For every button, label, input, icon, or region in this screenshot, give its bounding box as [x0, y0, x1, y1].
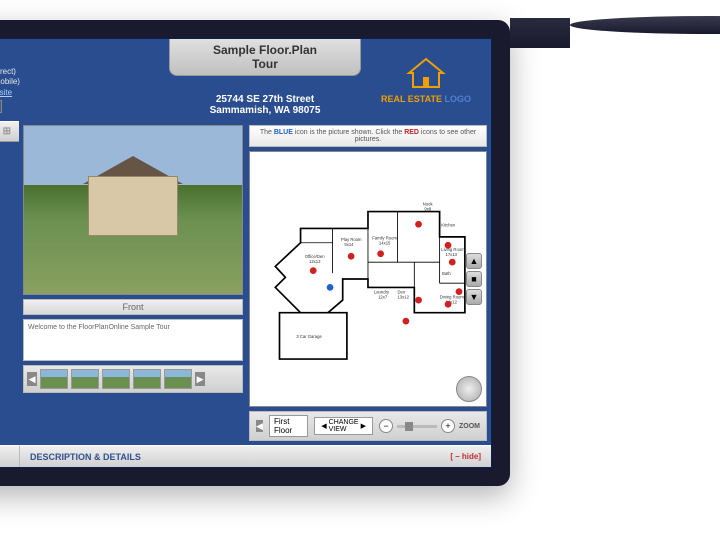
house-logo-icon	[405, 57, 447, 89]
hint-bar: The BLUE icon is the picture shown. Clic…	[249, 125, 487, 147]
nav-walkthru-sub[interactable]: Video	[0, 198, 19, 205]
svg-text:3 Car Garage: 3 Car Garage	[296, 334, 322, 339]
agent-company: FloorPlanOnline	[0, 57, 20, 67]
agent-name: Jill Agent	[0, 45, 20, 57]
agent-website-link[interactable]: Visit Website	[0, 88, 12, 97]
nav-printable[interactable]: 🖨Printable Materials	[0, 261, 19, 289]
property-address: 25744 SE 27th Street Sammamish, WA 98075	[169, 94, 361, 116]
plan-bottom-bar: ◀ First Floor ◀CHANGE VIEW▶ − + ZOOM	[249, 411, 487, 441]
hotspot-icon[interactable]	[456, 288, 463, 295]
zoom-out-button[interactable]: −	[379, 419, 393, 433]
app-screen: Jill Agent FloorPlanOnline 800-810-3810 …	[0, 38, 492, 468]
change-view-button[interactable]: ◀CHANGE VIEW▶	[314, 417, 373, 435]
zoom-controls: − + ZOOM	[379, 419, 480, 433]
agent-phone-mobile: 206-384-4400 (mobile)	[0, 77, 20, 87]
zoom-label: ZOOM	[459, 423, 480, 430]
content-area: Front Welcome to the FloorPlanOnline Sam…	[19, 121, 491, 445]
hotspot-current-icon[interactable]	[327, 284, 334, 291]
hotspot-icon[interactable]	[377, 250, 384, 257]
floorplan-view[interactable]: Nook9x8 Kitchen Play Room9x14 Family Roo…	[249, 151, 487, 407]
svg-text:13x12: 13x12	[398, 294, 410, 299]
logo-area: REAL ESTATE LOGO	[361, 39, 491, 121]
hotspot-icon[interactable]	[415, 297, 422, 304]
nav-photos[interactable]: 📷Photos	[0, 142, 19, 170]
tools-header[interactable]: 🔧 TOOLS [ + ]	[0, 445, 19, 467]
thumbnail-strip: ◀ ▶	[23, 365, 243, 393]
hotspot-icon[interactable]	[449, 259, 456, 266]
logo-text-2: LOGO	[445, 94, 472, 104]
agent-info: Jill Agent FloorPlanOnline 800-810-3810 …	[0, 45, 20, 115]
zoom-slider[interactable]	[397, 425, 437, 428]
photo-house-body	[88, 176, 178, 236]
hotspot-icon[interactable]	[403, 318, 410, 325]
hotspot-icon[interactable]	[445, 301, 452, 308]
brand-logo: REAL ESTATE LOGO	[381, 57, 471, 104]
main-area: MEDIA ⊞ 📷Photos ▶WalkThru™ Video ⬛FloorP…	[0, 121, 491, 445]
photo-caption: Front	[23, 299, 243, 315]
floorplan-panel: The BLUE icon is the picture shown. Clic…	[249, 125, 487, 441]
zoom-slider-thumb[interactable]	[405, 422, 413, 431]
hint-red: RED	[404, 129, 419, 136]
floor-select[interactable]: First Floor	[269, 415, 308, 437]
svg-text:17x13: 17x13	[446, 252, 458, 257]
thumbnail[interactable]	[40, 369, 68, 389]
plan-side-controls: ▲ ■ ▼	[466, 253, 482, 305]
svg-text:12x7: 12x7	[378, 294, 388, 299]
main-photo[interactable]	[23, 125, 243, 295]
plan-control-button[interactable]: ▲	[466, 253, 482, 269]
thumbnail[interactable]	[133, 369, 161, 389]
monitor-base	[570, 16, 720, 34]
nav-areamap[interactable]: 🌐Area Map	[0, 317, 19, 345]
hotspot-icon[interactable]	[415, 221, 422, 228]
thumb-prev-button[interactable]: ◀	[27, 372, 37, 386]
monitor-stand	[510, 18, 570, 486]
svg-text:14x15: 14x15	[379, 240, 391, 245]
plan-control-button[interactable]: ■	[466, 271, 482, 287]
monitor-frame: Jill Agent FloorPlanOnline 800-810-3810 …	[0, 20, 510, 486]
media-header: MEDIA ⊞	[0, 121, 19, 142]
plan-control-button[interactable]: ▼	[466, 289, 482, 305]
svg-text:Bath: Bath	[442, 271, 451, 276]
description-label: DESCRIPTION & DETAILS	[30, 452, 141, 462]
svg-text:9x8: 9x8	[424, 207, 431, 212]
address-line2: Sammamish, WA 98075	[169, 105, 361, 116]
thumbnail[interactable]	[164, 369, 192, 389]
floor-prev-button[interactable]: ◀	[256, 420, 263, 432]
agent-phone-direct: 800-810-3810 (direct)	[0, 67, 20, 77]
address-line1: 25744 SE 27th Street	[169, 94, 361, 105]
thumbnail[interactable]	[71, 369, 99, 389]
hotspot-icon[interactable]	[348, 253, 355, 260]
svg-text:12x13: 12x13	[309, 259, 321, 264]
nav-moreinfo[interactable]: ℹMore Info	[0, 289, 19, 317]
svg-text:9x14: 9x14	[344, 242, 354, 247]
zoom-in-button[interactable]: +	[441, 419, 455, 433]
hotspot-icon[interactable]	[310, 267, 317, 274]
floorplan-svg: Nook9x8 Kitchen Play Room9x14 Family Roo…	[250, 152, 486, 406]
topbar: Jill Agent FloorPlanOnline 800-810-3810 …	[0, 39, 491, 121]
nav-list: 📷Photos ▶WalkThru™ Video ⬛FloorPlan 🛏Roo…	[0, 142, 19, 445]
title-area: Sample Floor.Plan Tour 25744 SE 27th Str…	[169, 39, 361, 121]
nav-floorplan[interactable]: ⬛FloorPlan	[0, 205, 19, 233]
hide-button[interactable]: [ – hide]	[450, 452, 481, 461]
svg-text:Kitchen: Kitchen	[441, 223, 456, 228]
logo-text-1: REAL ESTATE	[381, 94, 442, 104]
hotspot-icon[interactable]	[445, 242, 452, 249]
page-title: Sample Floor.Plan Tour	[169, 39, 361, 76]
photo-panel: Front Welcome to the FloorPlanOnline Sam…	[23, 125, 243, 441]
thumbnail[interactable]	[102, 369, 130, 389]
thumb-next-button[interactable]: ▶	[195, 372, 205, 386]
pan-disc-control[interactable]	[456, 376, 482, 402]
welcome-text: Welcome to the FloorPlanOnline Sample To…	[23, 319, 243, 361]
view-contact-button[interactable]: View Contact Info	[0, 100, 2, 113]
hint-blue: BLUE	[274, 129, 293, 136]
description-header[interactable]: DESCRIPTION & DETAILS [ – hide]	[19, 445, 491, 467]
sidebar: MEDIA ⊞ 📷Photos ▶WalkThru™ Video ⬛FloorP…	[0, 121, 19, 445]
bottom-bar: 🔧 TOOLS [ + ] DESCRIPTION & DETAILS [ – …	[0, 445, 491, 467]
nav-walkthru[interactable]: ▶WalkThru™	[0, 170, 19, 198]
nav-roomplanner[interactable]: 🛏Room Planner	[0, 233, 19, 261]
media-grid-icon: ⊞	[3, 126, 11, 137]
agent-card: Jill Agent FloorPlanOnline 800-810-3810 …	[0, 39, 169, 121]
